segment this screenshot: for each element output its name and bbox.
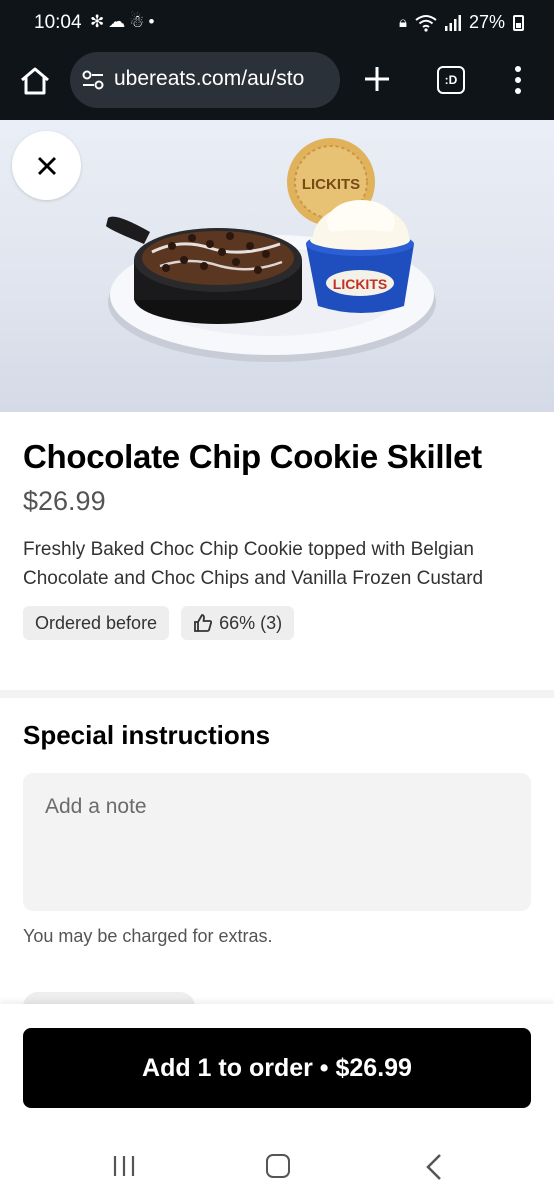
tune-icon[interactable] (82, 70, 104, 90)
dessert-illustration: LICKITS LICKITS (106, 138, 436, 362)
address-bar[interactable]: ubereats.com/au/sto (70, 52, 340, 108)
status-right: 🔒︎ 27% (399, 12, 524, 33)
close-button[interactable] (12, 131, 81, 200)
battery-icon (513, 14, 524, 31)
rating-badge: 66% (3) (181, 606, 295, 640)
recent-apps-icon[interactable] (112, 1154, 136, 1178)
product-title: Chocolate Chip Cookie Skillet (23, 438, 482, 475)
rating-label: 66% (3) (219, 612, 283, 633)
product-tags: Ordered before 66% (3) (23, 606, 295, 640)
special-instructions-input[interactable] (23, 773, 531, 911)
browser-toolbar: ubereats.com/au/sto :D (0, 48, 554, 120)
fan-icon: ✻ (90, 12, 109, 31)
cloud-icon: ☁ (108, 12, 130, 31)
system-nav-bar (0, 1136, 554, 1200)
notification-icons: ✻☁☃• (90, 12, 158, 32)
section-divider (0, 690, 554, 698)
product-price: $26.99 (23, 486, 106, 516)
home-icon[interactable] (18, 64, 52, 98)
ordered-before-label: Ordered before (35, 612, 158, 633)
plus-icon[interactable] (362, 64, 392, 94)
thumbs-up-icon (194, 614, 213, 632)
wifi-icon (415, 14, 437, 32)
close-icon (37, 156, 56, 175)
status-bar: 10:04 ✻☁☃• 🔒︎ 27% (0, 0, 554, 48)
snowman-icon: ☃ (129, 12, 149, 31)
url-text: ubereats.com/au/sto (114, 67, 305, 90)
tabs-icon[interactable]: :D (437, 66, 465, 94)
back-icon[interactable] (424, 1153, 444, 1181)
battery-percent: 27% (468, 12, 505, 32)
status-time: 10:04 (34, 12, 82, 33)
cup-logo-text: LICKITS (333, 276, 387, 292)
lock-icon: 🔒︎ (398, 14, 407, 31)
add-to-order-button[interactable]: Add 1 to order • $26.99 (23, 1028, 531, 1108)
product-description: Freshly Baked Choc Chip Cookie topped wi… (23, 539, 484, 589)
special-instructions-title: Special instructions (23, 720, 271, 750)
home-nav-icon[interactable] (266, 1154, 290, 1178)
wafer-logo-text: LICKITS (302, 176, 360, 193)
dot-icon: • (148, 12, 159, 31)
more-vert-icon[interactable] (510, 64, 526, 96)
product-image: LICKITS LICKITS (0, 120, 554, 412)
extras-charge-note: You may be charged for extras. (23, 926, 273, 946)
ordered-before-badge: Ordered before (23, 606, 170, 640)
signal-icon (444, 14, 461, 31)
